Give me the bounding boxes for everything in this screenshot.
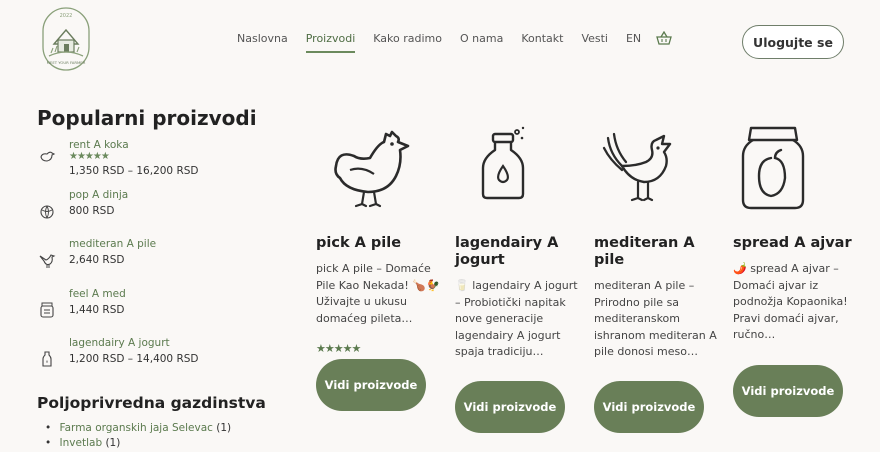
farm-link[interactable]: Invetlab [60,437,103,449]
view-products-button[interactable]: Vidi proizvode [455,381,565,433]
product-card: spread A ajvar 🌶️ spread A ajvar – Domać… [733,120,853,417]
cart-button[interactable] [656,30,673,49]
product-title[interactable]: spread A ajvar [733,235,858,252]
product-title[interactable]: mediteran A pile [594,235,719,269]
list-item: Farma organskih jaja Selevac (1) [46,421,232,436]
popular-item[interactable]: lagendairy A jogurt 1,200 RSD – 14,400 R… [38,337,238,371]
view-products-button[interactable]: Vidi proizvode [316,359,426,411]
svg-text:MEET YOUR FARMER: MEET YOUR FARMER [47,60,86,65]
milk-bottle-icon[interactable] [455,120,551,216]
product-title[interactable]: lagendairy A jogurt [455,235,580,269]
jar-icon[interactable] [725,120,821,216]
nav-kontakt[interactable]: Kontakt [521,32,563,53]
chicken-icon [40,151,56,162]
popular-item[interactable]: pop A dinja 800 RSD [38,189,238,223]
farm-logo-icon: 2022 MEET YOUR FARMER [42,7,90,71]
product-card: mediteran A pile mediteran A pile – Prir… [594,120,717,433]
popular-item-name[interactable]: mediteran A pile [69,238,156,250]
hen-icon [39,254,56,268]
farm-count: (1) [216,422,232,434]
nav-o-nama[interactable]: O nama [460,32,503,53]
view-products-button[interactable]: Vidi proizvode [733,365,843,417]
popular-products-title: Popularni proizvodi [37,106,257,130]
product-description: mediteran A pile – Prirodno pile sa medi… [594,279,717,358]
popular-item-name[interactable]: feel A med [69,288,126,300]
popular-item[interactable]: rent A koka ★★★★★ 1,350 RSD – 16,200 RSD [38,139,238,177]
product-title[interactable]: pick A pile [316,235,441,252]
product-card: lagendairy A jogurt 🥛 lagendairy A jogur… [455,120,578,433]
rooster-icon[interactable] [594,120,690,216]
honey-jar-icon [40,302,54,318]
nav-language-en[interactable]: EN [626,32,641,53]
popular-item[interactable]: mediteran A pile 2,640 RSD [38,238,238,272]
nav-kako-radimo[interactable]: Kako radimo [373,32,442,53]
basket-icon [656,30,673,45]
popular-item-name[interactable]: pop A dinja [69,189,128,201]
popular-item-name[interactable]: rent A koka [69,139,129,151]
farms-list: Farma organskih jaja Selevac (1) Invetla… [46,421,232,451]
nav-naslovna[interactable]: Naslovna [237,32,288,53]
popular-item[interactable]: feel A med 1,440 RSD [38,288,238,322]
popular-item-price: 1,200 RSD – 14,400 RSD [69,353,199,365]
view-products-button[interactable]: Vidi proizvode [594,381,704,433]
farm-count: (1) [105,437,121,449]
rating-stars: ★★★★★ [316,342,361,355]
svg-text:2022: 2022 [60,13,73,19]
popular-item-price: 1,440 RSD [69,304,125,316]
popular-item-price: 2,640 RSD [69,254,125,266]
bottle-icon [42,351,52,367]
product-description: 🥛 lagendairy A jogurt – Probiotički napi… [455,279,578,358]
farms-title: Poljoprivredna gazdinstva [37,394,266,412]
product-description: 🌶️ spread A ajvar – Domaći ajvar iz podn… [733,262,848,341]
farm-link[interactable]: Farma organskih jaja Selevac [60,422,213,434]
popular-item-name[interactable]: lagendairy A jogurt [69,337,170,349]
rating-stars: ★★★★★ [69,151,110,162]
popular-item-price: 1,350 RSD – 16,200 RSD [69,165,199,177]
site-logo[interactable]: 2022 MEET YOUR FARMER [40,6,92,72]
melon-icon [40,205,54,219]
popular-item-price: 800 RSD [69,205,115,217]
nav-vesti[interactable]: Vesti [581,32,608,53]
list-item: Invetlab (1) [46,436,231,451]
main-nav: Naslovna Proizvodi Kako radimo O nama Ko… [228,30,673,53]
nav-proizvodi[interactable]: Proizvodi [305,32,356,53]
chicken-icon[interactable] [326,120,422,216]
product-description: pick A pile – Domaće Pile Kao Nekada! 🍗🐓… [316,262,440,325]
product-card: pick A pile pick A pile – Domaće Pile Ka… [316,120,440,411]
login-button[interactable]: Ulogujte se [742,25,844,59]
